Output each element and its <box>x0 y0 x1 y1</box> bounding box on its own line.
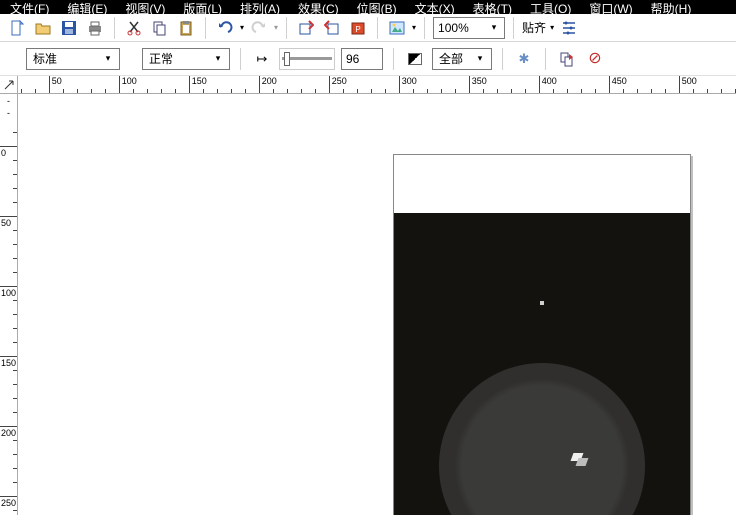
menu-arrange[interactable]: 排列(A) <box>240 0 280 14</box>
menubar: 文件(F) 编辑(E) 视图(V) 版面(L) 排列(A) 效果(C) 位图(B… <box>0 0 736 14</box>
dropdown-caret-icon: ▾ <box>473 53 487 64</box>
import-button[interactable] <box>295 17 317 39</box>
dropdown-caret-icon: ▾ <box>488 22 500 33</box>
image-dropdown-icon[interactable]: ▾ <box>412 24 416 32</box>
clear-button[interactable]: ⊘ <box>584 48 606 70</box>
options-button[interactable] <box>558 17 580 39</box>
open-button[interactable] <box>32 17 54 39</box>
opacity-value-input[interactable] <box>341 48 383 70</box>
save-button[interactable] <box>58 17 80 39</box>
menu-table[interactable]: 表格(T) <box>473 0 512 14</box>
black-rectangle-object[interactable] <box>394 213 690 515</box>
cut-button[interactable] <box>123 17 145 39</box>
snap-dropdown-icon[interactable]: ▾ <box>550 24 554 32</box>
ruler-vertical[interactable]: 050100150200250300 <box>0 118 18 515</box>
menu-window[interactable]: 窗口(W) <box>589 0 632 14</box>
no-icon: ⊘ <box>588 51 601 67</box>
apply-to-dropdown[interactable]: 全部 ▾ <box>432 48 492 70</box>
zoom-level-dropdown[interactable]: 100% ▾ <box>433 17 505 39</box>
dropdown-caret-icon: ▾ <box>101 53 115 64</box>
copy-button[interactable] <box>149 17 171 39</box>
dropdown-label: 正常 <box>149 50 173 67</box>
opacity-slider[interactable] <box>279 48 335 70</box>
menu-file[interactable]: 文件(F) <box>10 0 49 14</box>
snap-to-label[interactable]: 贴齐 <box>522 19 546 36</box>
menu-layout[interactable]: 版面(L) <box>183 0 222 14</box>
swatch-icon <box>408 53 422 65</box>
zoom-level-value: 100% <box>438 21 469 35</box>
transparency-type-dropdown[interactable]: 标准 ▾ <box>26 48 120 70</box>
ruler-indicator-v: -- <box>0 94 18 118</box>
freeze-button[interactable]: ✱ <box>513 48 535 70</box>
export-button[interactable] <box>321 17 343 39</box>
menu-text[interactable]: 文本(X) <box>415 0 455 14</box>
standard-toolbar: ▾ ▾ P ▾ 100% ▾ 贴齐 ▾ <box>0 14 736 42</box>
start-spread-button[interactable]: ↦ <box>251 48 273 70</box>
page-object[interactable] <box>393 154 691 515</box>
dropdown-label: 标准 <box>33 50 57 67</box>
paste-button[interactable] <box>175 17 197 39</box>
new-button[interactable] <box>6 17 28 39</box>
menu-bitmap[interactable]: 位图(B) <box>357 0 397 14</box>
ruler-horizontal[interactable]: 50100150200250300350400450500550600 <box>18 76 736 94</box>
redo-dropdown-icon[interactable]: ▾ <box>274 24 278 32</box>
property-toolbar: 标准 ▾ 正常 ▾ ↦ 全部 ▾ ✱ ⊘ <box>0 42 736 76</box>
ruler-origin-corner[interactable] <box>0 76 18 94</box>
menu-view[interactable]: 视图(V) <box>125 0 165 14</box>
copy-props-button[interactable] <box>556 48 578 70</box>
redo-button[interactable] <box>248 17 270 39</box>
radial-gradient-circle-object[interactable] <box>439 363 645 515</box>
undo-button[interactable] <box>214 17 236 39</box>
apply-to-button[interactable] <box>404 48 426 70</box>
transparency-handle-center[interactable] <box>540 301 544 305</box>
print-button[interactable] <box>84 17 106 39</box>
menu-tools[interactable]: 工具(O) <box>530 0 571 14</box>
undo-dropdown-icon[interactable]: ▾ <box>240 24 244 32</box>
canvas-stage[interactable] <box>18 94 736 515</box>
image-button[interactable] <box>386 17 408 39</box>
publish-button[interactable]: P <box>347 17 369 39</box>
blend-mode-dropdown[interactable]: 正常 ▾ <box>142 48 230 70</box>
svg-text:P: P <box>355 25 360 34</box>
dropdown-caret-icon: ▾ <box>211 53 225 64</box>
menu-effects[interactable]: 效果(C) <box>298 0 339 14</box>
dropdown-label: 全部 <box>439 50 463 67</box>
menu-edit[interactable]: 编辑(E) <box>67 0 107 14</box>
menu-help[interactable]: 帮助(H) <box>651 0 692 14</box>
transparency-handle-edge[interactable] <box>572 453 594 467</box>
